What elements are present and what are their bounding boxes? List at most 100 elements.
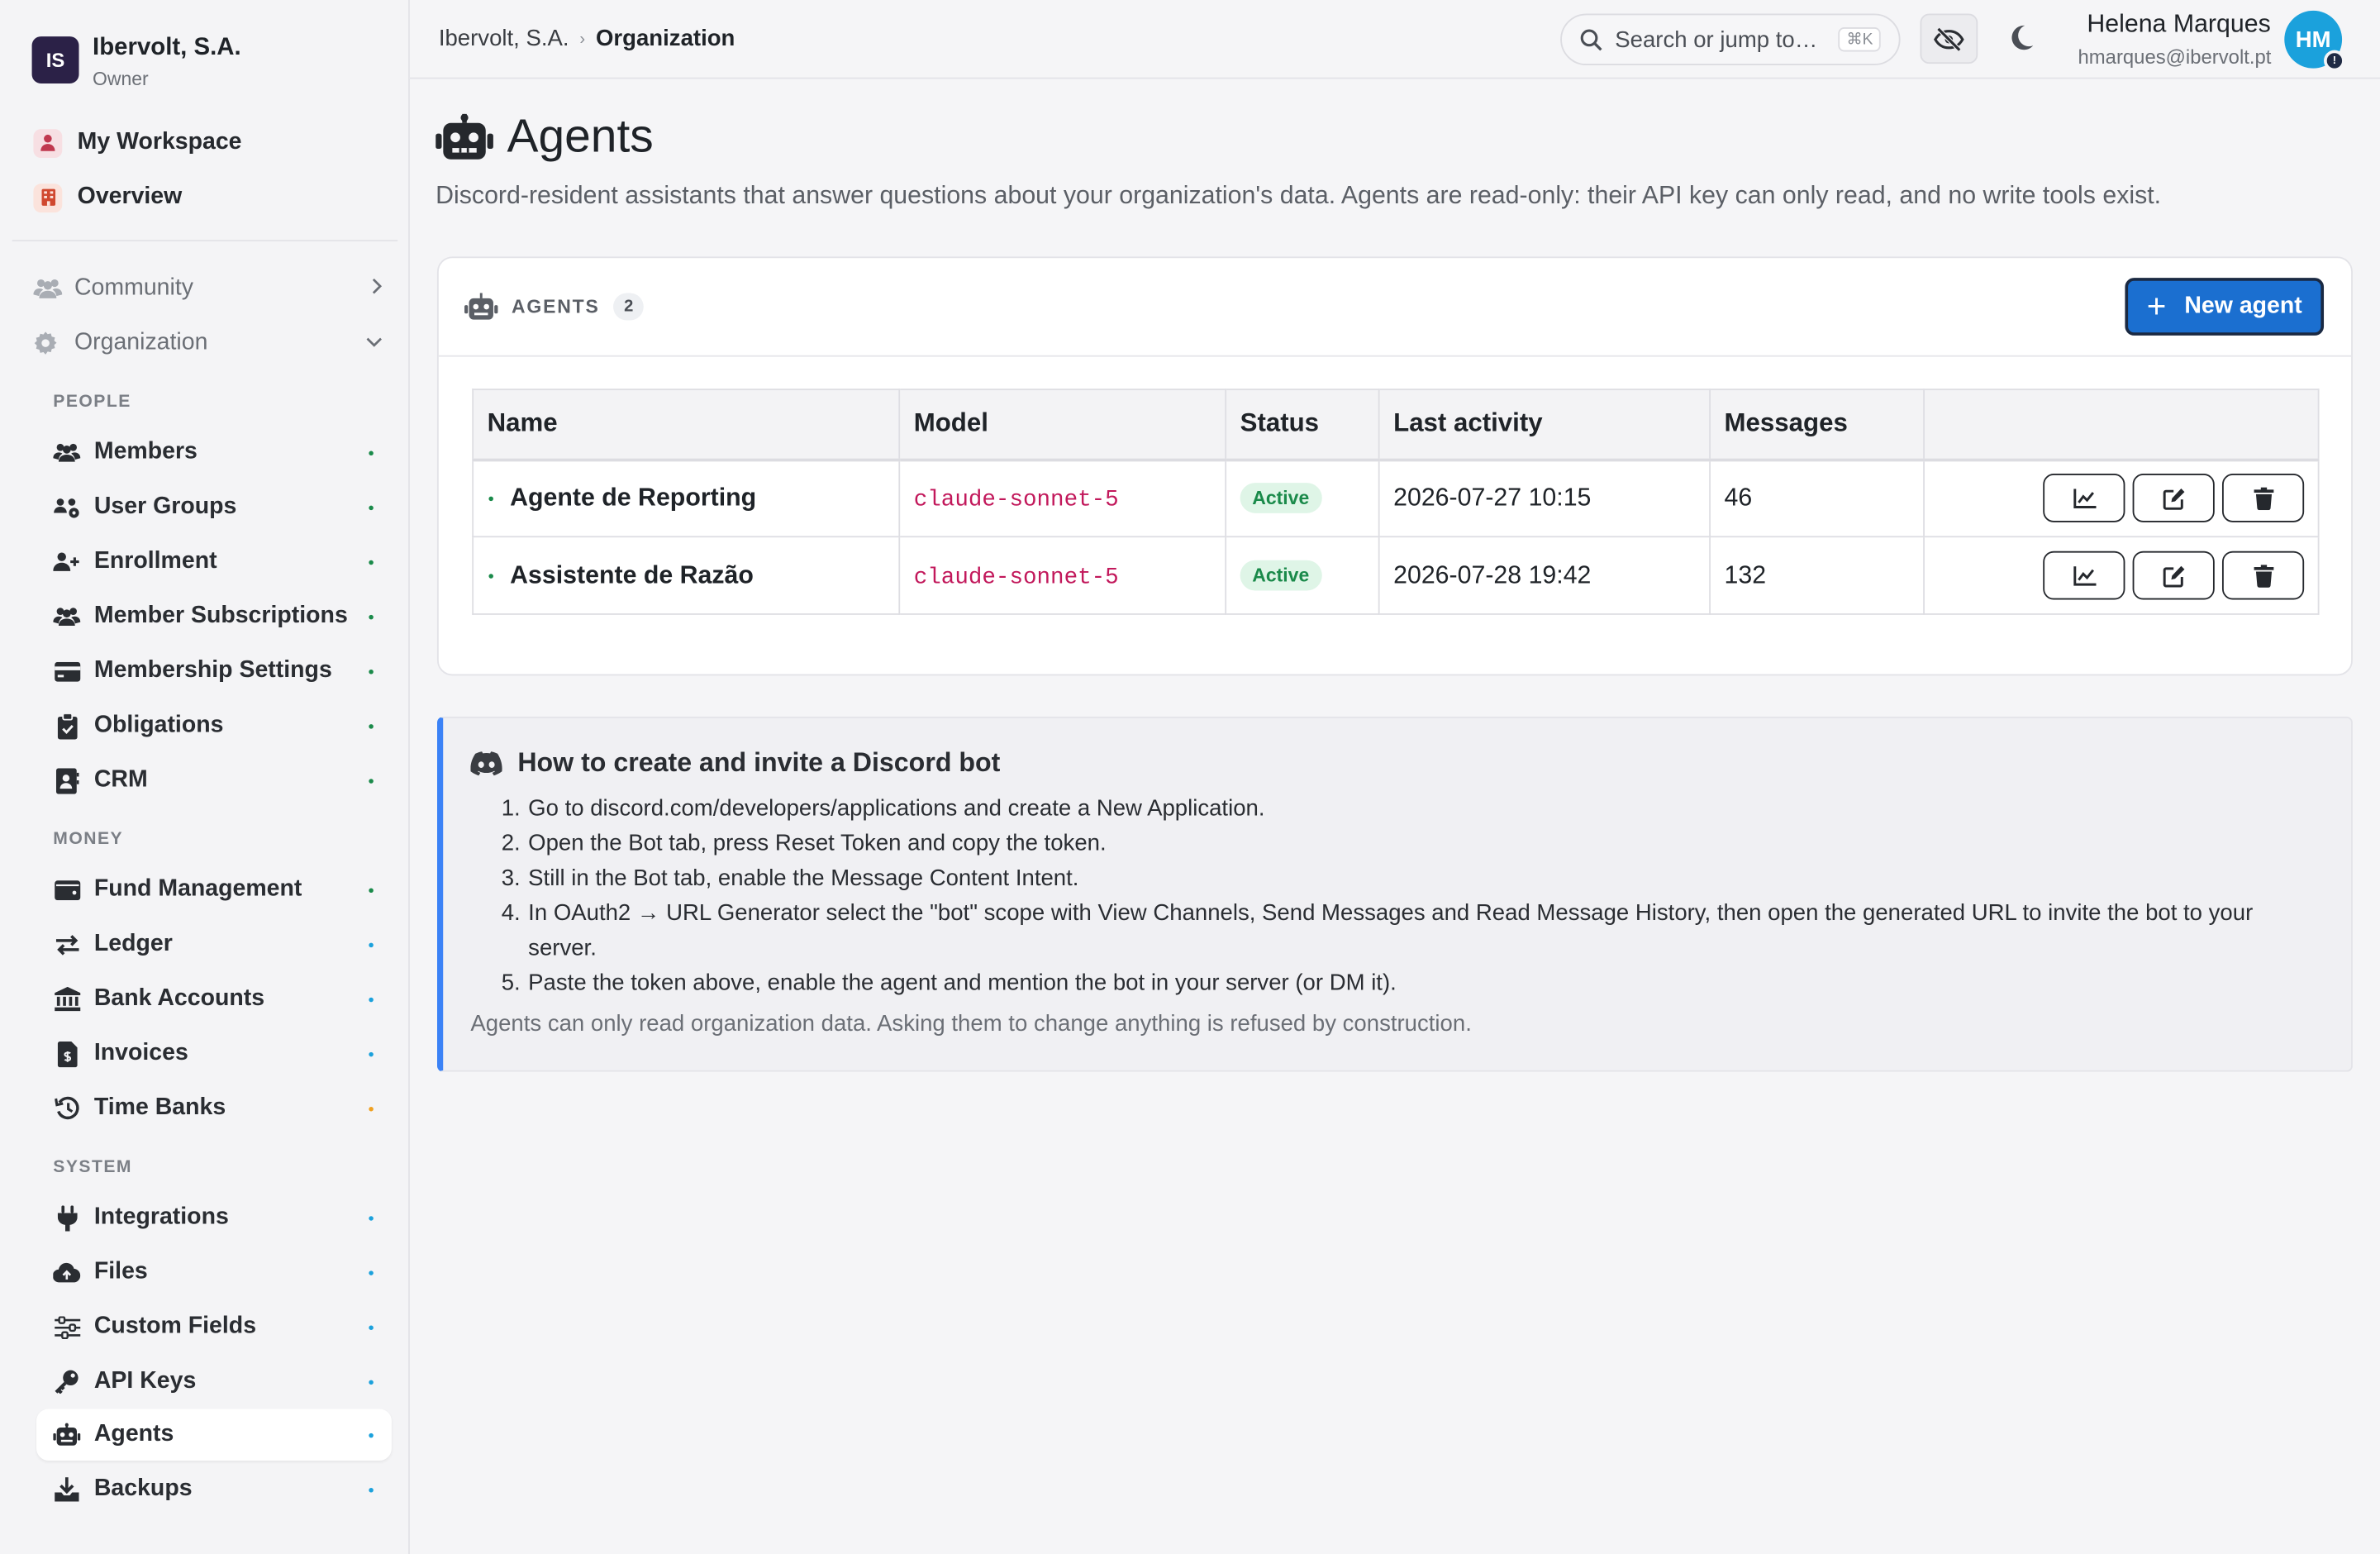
nav-label: Integrations: [93, 1204, 229, 1230]
nav-fund-management[interactable]: Fund Management: [36, 864, 392, 915]
section-money: MONEY: [53, 830, 124, 849]
breadcrumb-parent[interactable]: Ibervolt, S.A.: [439, 26, 569, 51]
users-icon: [53, 439, 81, 466]
nav-members[interactable]: Members: [36, 427, 392, 478]
nav-label: User Groups: [93, 493, 237, 520]
stats-button[interactable]: [2043, 474, 2125, 523]
breadcrumb-current: Organization: [596, 26, 735, 52]
new-agent-button[interactable]: + New agent: [2125, 278, 2325, 336]
nav-crm[interactable]: CRM: [36, 755, 392, 806]
status-dot: [369, 1051, 374, 1056]
arrows-exchange-icon: [53, 931, 80, 958]
agents-count-badge: 2: [613, 293, 645, 321]
status-dot: [369, 778, 374, 783]
group-organization[interactable]: Organization: [33, 325, 382, 361]
nav-agents[interactable]: Agents: [36, 1409, 392, 1461]
table-header-row: Name Model Status Last activity Messages: [472, 388, 2320, 461]
help-title: How to create and invite a Discord bot: [470, 747, 1000, 779]
stats-button[interactable]: [2043, 551, 2125, 600]
agents-table: Name Model Status Last activity Messages…: [472, 388, 2320, 615]
agent-messages: 132: [1709, 536, 1925, 615]
nav-invoices[interactable]: Invoices: [36, 1027, 392, 1079]
robot-icon: [53, 1421, 81, 1448]
key-icon: [53, 1368, 80, 1395]
nav-api-keys[interactable]: API Keys: [36, 1356, 392, 1407]
nav-obligations[interactable]: Obligations: [36, 700, 392, 751]
edit-button[interactable]: [2132, 474, 2215, 523]
nav-ledger[interactable]: Ledger: [36, 918, 392, 970]
nav-enrollment[interactable]: Enrollment: [36, 536, 392, 587]
plus-icon: +: [2146, 287, 2167, 326]
robot-icon: [436, 113, 493, 160]
group-community-label: Community: [74, 274, 193, 301]
org-switcher[interactable]: IS Ibervolt, S.A. Owner: [31, 35, 241, 89]
status-badge: Active: [1240, 560, 1321, 591]
nav-label: Fund Management: [93, 875, 302, 903]
agent-name[interactable]: Assistente de Razão: [510, 561, 754, 590]
bank-icon: [53, 985, 80, 1013]
top-bar: Ibervolt, S.A. › Organization Search or …: [409, 0, 2380, 79]
status-dot: [369, 1432, 374, 1437]
status-dot: [369, 1215, 374, 1220]
group-community[interactable]: Community: [33, 270, 383, 307]
section-system: SYSTEM: [53, 1158, 132, 1177]
nav-time-banks[interactable]: Time Banks: [36, 1083, 392, 1134]
privacy-toggle-button[interactable]: [1920, 13, 1978, 64]
column-header-last-activity: Last activity: [1378, 388, 1711, 461]
list-item: Go to discord.com/developers/application…: [526, 791, 2325, 826]
nav-backups[interactable]: Backups: [36, 1464, 392, 1515]
nav-my-workspace[interactable]: My Workspace: [33, 125, 242, 161]
discord-help-callout: How to create and invite a Discord bot G…: [436, 716, 2353, 1072]
page-description: Discord-resident assistants that answer …: [436, 182, 2162, 210]
status-dot: [369, 1106, 374, 1111]
nav-overview[interactable]: Overview: [33, 179, 182, 216]
nav-files[interactable]: Files: [36, 1247, 392, 1298]
discord-icon: [470, 751, 502, 775]
column-header-status: Status: [1225, 388, 1380, 461]
avatar[interactable]: HM !: [2284, 10, 2345, 72]
nav-label: Obligations: [93, 712, 224, 738]
search-input[interactable]: Search or jump to… ⌘K: [1560, 13, 1901, 65]
nav-custom-fields[interactable]: Custom Fields: [36, 1301, 392, 1352]
status-dot: [369, 996, 374, 1002]
history-icon: [53, 1094, 80, 1122]
delete-button[interactable]: [2221, 551, 2305, 600]
nav-user-groups[interactable]: User Groups: [36, 481, 392, 532]
nav-membership-settings[interactable]: Membership Settings: [36, 646, 392, 697]
nav-label: Time Banks: [93, 1094, 226, 1121]
agent-last-activity: 2026-07-27 10:15: [1378, 458, 1711, 538]
agent-name[interactable]: Agente de Reporting: [510, 484, 756, 512]
nav-integrations[interactable]: Integrations: [36, 1192, 392, 1243]
agent-last-activity: 2026-07-28 19:42: [1378, 536, 1711, 615]
section-people: PEOPLE: [53, 393, 131, 412]
plug-icon: [53, 1204, 80, 1232]
agents-section-label: AGENTS: [511, 296, 600, 317]
nav-label: Backups: [93, 1475, 193, 1502]
edit-button[interactable]: [2132, 551, 2215, 600]
enabled-dot: [488, 496, 493, 501]
status-dot: [369, 887, 374, 893]
address-book-icon: [53, 767, 80, 794]
nav-label: Enrollment: [93, 548, 217, 574]
users-icon: [33, 278, 63, 299]
sidebar: IS Ibervolt, S.A. Owner My Workspace Ove…: [0, 0, 410, 1554]
status-dot: [369, 1487, 374, 1492]
delete-button[interactable]: [2221, 474, 2305, 523]
breadcrumb: Ibervolt, S.A. › Organization: [439, 26, 735, 51]
agents-card: AGENTS 2 + New agent Name Model Status L…: [436, 256, 2353, 676]
status-dot: [369, 613, 374, 619]
chevron-right-icon: [370, 278, 383, 299]
sliders-icon: [53, 1313, 80, 1341]
agent-model: claude-sonnet-5: [913, 564, 1119, 590]
nav-label: Invoices: [93, 1040, 188, 1066]
user-menu[interactable]: Helena Marques hmarques@ibervolt.pt: [2078, 11, 2271, 69]
status-dot: [369, 669, 374, 674]
person-icon: [33, 128, 63, 158]
nav-label: Member Subscriptions: [93, 603, 348, 629]
chevron-down-icon: [366, 334, 383, 352]
nav-member-subscriptions[interactable]: Member Subscriptions: [36, 590, 392, 641]
wallet-icon: [53, 876, 80, 903]
download-icon: [53, 1475, 80, 1503]
nav-bank-accounts[interactable]: Bank Accounts: [36, 973, 392, 1024]
dark-mode-toggle[interactable]: [2010, 24, 2034, 59]
